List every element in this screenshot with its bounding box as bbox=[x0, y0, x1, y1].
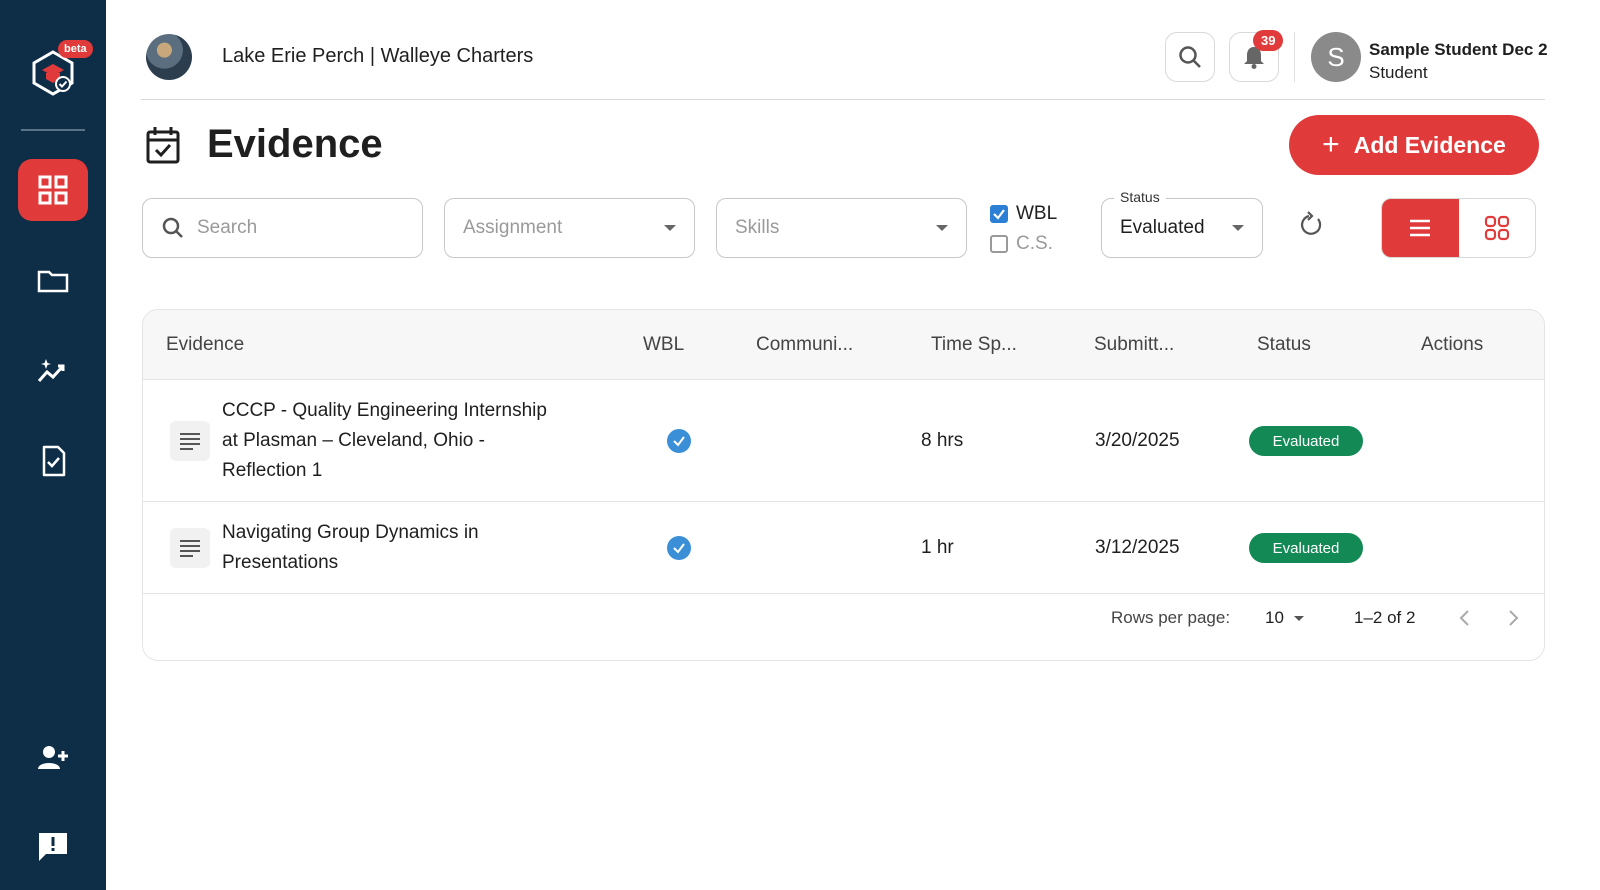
column-header-actions: Actions bbox=[1421, 334, 1484, 355]
add-evidence-label: Add Evidence bbox=[1353, 131, 1506, 158]
pagination-range: 1–2 of 2 bbox=[1354, 608, 1416, 627]
header-divider bbox=[141, 99, 1545, 100]
cs-checkbox-label: C.S. bbox=[1016, 233, 1053, 254]
trending-sparkle-icon bbox=[37, 359, 65, 382]
submitted-date: 3/12/2025 bbox=[1095, 537, 1180, 558]
skills-placeholder: Skills bbox=[735, 217, 780, 238]
wbl-check-icon bbox=[667, 536, 691, 560]
sidebar-divider bbox=[21, 129, 85, 131]
checkbox-checked-icon[interactable] bbox=[990, 205, 1008, 223]
organization-avatar bbox=[146, 34, 192, 80]
user-role: Student bbox=[1369, 63, 1428, 82]
sidebar-item-progress[interactable] bbox=[18, 340, 88, 402]
sidebar: beta bbox=[0, 0, 106, 890]
caret-down-icon bbox=[1293, 615, 1304, 621]
column-header-community[interactable]: Communi... bbox=[756, 334, 853, 356]
submitted-date: 3/20/2025 bbox=[1095, 430, 1180, 451]
view-toggle bbox=[1381, 198, 1536, 258]
rows-per-page-select[interactable]: 10 bbox=[1265, 608, 1304, 628]
table-header: Evidence WBL Communi... Time Sp... Submi… bbox=[143, 310, 1544, 380]
add-user-icon bbox=[38, 746, 68, 769]
folder-icon bbox=[37, 270, 69, 293]
wbl-check-icon bbox=[667, 429, 691, 453]
table-row[interactable]: Navigating Group Dynamics in Presentatio… bbox=[143, 502, 1544, 594]
user-avatar[interactable]: S bbox=[1311, 32, 1361, 82]
evidence-table: Evidence WBL Communi... Time Sp... Submi… bbox=[142, 309, 1545, 661]
evidence-title[interactable]: Navigating Group Dynamics in Presentatio… bbox=[222, 518, 602, 578]
text-document-icon bbox=[170, 421, 210, 461]
search-button[interactable] bbox=[1165, 32, 1215, 82]
sidebar-item-feedback[interactable] bbox=[18, 816, 88, 878]
notification-count-badge: 39 bbox=[1253, 30, 1284, 51]
chevron-right-icon[interactable] bbox=[1504, 608, 1522, 628]
table-row[interactable]: CCCP - Quality Engineering Internship at… bbox=[143, 380, 1544, 502]
column-header-time-spent[interactable]: Time Sp... bbox=[931, 334, 1017, 356]
reset-filters-icon[interactable] bbox=[1296, 210, 1326, 240]
wbl-checkbox[interactable]: WBL bbox=[990, 203, 1057, 225]
column-header-wbl[interactable]: WBL bbox=[643, 334, 684, 356]
search-input[interactable]: Search bbox=[142, 198, 423, 258]
sidebar-item-folder[interactable] bbox=[18, 250, 88, 312]
search-icon bbox=[162, 217, 183, 238]
checkbox-unchecked-icon[interactable] bbox=[990, 235, 1008, 253]
chevron-down-icon bbox=[936, 225, 948, 231]
organization-name: Lake Erie Perch | Walleye Charters bbox=[222, 45, 534, 67]
list-view-button[interactable] bbox=[1382, 199, 1459, 257]
column-header-submitted[interactable]: Submitt... bbox=[1094, 334, 1174, 356]
calendar-check-icon bbox=[146, 127, 180, 164]
skills-select[interactable]: Skills bbox=[716, 198, 967, 258]
wbl-checkbox-label: WBL bbox=[1016, 203, 1058, 224]
assignment-placeholder: Assignment bbox=[463, 217, 563, 238]
time-spent: 8 hrs bbox=[921, 430, 964, 451]
list-icon bbox=[1410, 219, 1431, 237]
sidebar-item-dashboard[interactable] bbox=[18, 159, 88, 221]
plus-icon: + bbox=[1322, 128, 1340, 161]
search-placeholder: Search bbox=[197, 217, 258, 238]
page-title: Evidence bbox=[207, 122, 383, 166]
add-evidence-button[interactable]: + Add Evidence bbox=[1289, 115, 1539, 175]
search-icon bbox=[1179, 46, 1201, 68]
chevron-left-icon[interactable] bbox=[1456, 608, 1474, 628]
time-spent: 1 hr bbox=[921, 537, 954, 558]
column-header-status[interactable]: Status bbox=[1257, 334, 1311, 356]
grid-icon bbox=[38, 175, 68, 205]
cs-checkbox[interactable]: C.S. bbox=[990, 233, 1053, 255]
status-select-label: Status bbox=[1114, 189, 1166, 205]
feedback-icon bbox=[39, 833, 67, 861]
user-name[interactable]: Sample Student Dec 2 bbox=[1369, 40, 1548, 60]
beta-badge: beta bbox=[58, 40, 93, 58]
status-badge: Evaluated bbox=[1249, 533, 1363, 563]
assignment-select[interactable]: Assignment bbox=[444, 198, 695, 258]
status-badge: Evaluated bbox=[1249, 426, 1363, 456]
column-header-evidence[interactable]: Evidence bbox=[166, 334, 244, 356]
status-select[interactable]: Evaluated bbox=[1101, 198, 1263, 258]
text-document-icon bbox=[170, 528, 210, 568]
document-check-icon bbox=[42, 445, 66, 477]
evidence-title[interactable]: CCCP - Quality Engineering Internship at… bbox=[222, 396, 602, 486]
rows-per-page-value: 10 bbox=[1265, 608, 1284, 627]
grid-view-button[interactable] bbox=[1459, 199, 1536, 257]
header-separator bbox=[1294, 32, 1295, 82]
chevron-down-icon bbox=[1232, 225, 1244, 231]
sidebar-item-add-user[interactable] bbox=[18, 727, 88, 789]
status-select-value: Evaluated bbox=[1120, 217, 1205, 238]
rows-per-page-label: Rows per page: bbox=[1111, 608, 1231, 627]
sidebar-item-documents[interactable] bbox=[18, 430, 88, 492]
grid-icon bbox=[1484, 215, 1509, 241]
chevron-down-icon bbox=[664, 225, 676, 231]
